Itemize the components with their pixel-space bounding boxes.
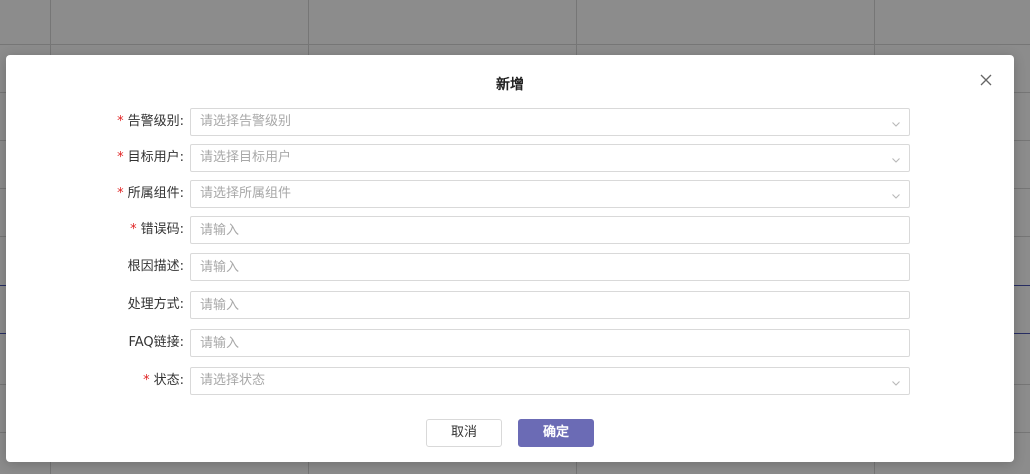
component-select[interactable]: 请选择所属组件 [190,180,910,208]
add-dialog: 新增 * 告警级别: 请选择告警级别 * 目标用户: 请选择目标用户 * 所属组件: 请选择所属… [6,55,1014,462]
required-mark: * [117,186,124,201]
required-mark: * [143,373,150,388]
status-select[interactable]: 请选择状态 [190,367,910,395]
form-row-component: * 所属组件: 请选择所属组件 [6,180,1014,208]
confirm-button[interactable]: 确定 [518,419,594,447]
dialog-footer: 取消 确定 [6,419,1014,447]
form-row-error-code: * 错误码: [6,216,1014,244]
chevron-down-icon [891,118,901,128]
component-placeholder: 请选择所属组件 [200,186,292,201]
handling-method-text-field[interactable] [191,292,909,318]
form-row-target-user: * 目标用户: 请选择目标用户 [6,144,1014,172]
faq-link-text-field[interactable] [191,330,909,356]
faq-link-label-text: FAQ链接: [128,335,184,350]
required-mark: * [117,114,124,129]
alarm-level-placeholder: 请选择告警级别 [200,114,292,129]
root-cause-label-text: 根因描述: [127,259,184,274]
close-icon[interactable] [978,72,994,88]
required-mark: * [130,222,137,237]
alarm-level-select[interactable]: 请选择告警级别 [190,108,910,136]
component-label-text: 所属组件: [127,186,184,201]
component-label: * 所属组件: [117,180,184,208]
form-row-status: * 状态: 请选择状态 [6,367,1014,395]
status-placeholder: 请选择状态 [200,373,266,388]
target-user-label: * 目标用户: [117,144,184,172]
error-code-input[interactable] [190,216,910,244]
dialog-title: 新增 [496,77,524,93]
alarm-level-label: * 告警级别: [117,108,184,136]
error-code-label: * 错误码: [130,216,184,244]
error-code-text-field[interactable] [191,217,909,243]
status-label: * 状态: [143,367,184,395]
form-row-root-cause: 根因描述: [6,253,1014,281]
root-cause-label: 根因描述: [128,253,184,281]
handling-method-label: 处理方式: [128,291,184,319]
form-row-alarm-level: * 告警级别: 请选择告警级别 [6,108,1014,136]
error-code-label-text: 错误码: [140,222,184,237]
target-user-select[interactable]: 请选择目标用户 [190,144,910,172]
required-mark: * [117,150,124,165]
form-row-handling-method: 处理方式: [6,291,1014,319]
target-user-label-text: 目标用户: [127,150,184,165]
target-user-placeholder: 请选择目标用户 [200,150,292,165]
status-label-text: 状态: [153,373,184,388]
cancel-button[interactable]: 取消 [426,419,502,447]
chevron-down-icon [891,377,901,387]
root-cause-text-field[interactable] [191,254,909,280]
faq-link-label: FAQ链接: [128,329,184,357]
handling-method-label-text: 处理方式: [127,297,184,312]
chevron-down-icon [891,190,901,200]
form-row-faq-link: FAQ链接: [6,329,1014,357]
chevron-down-icon [891,154,901,164]
handling-method-input[interactable] [190,291,910,319]
alarm-level-label-text: 告警级别: [127,114,184,129]
faq-link-input[interactable] [190,329,910,357]
root-cause-input[interactable] [190,253,910,281]
